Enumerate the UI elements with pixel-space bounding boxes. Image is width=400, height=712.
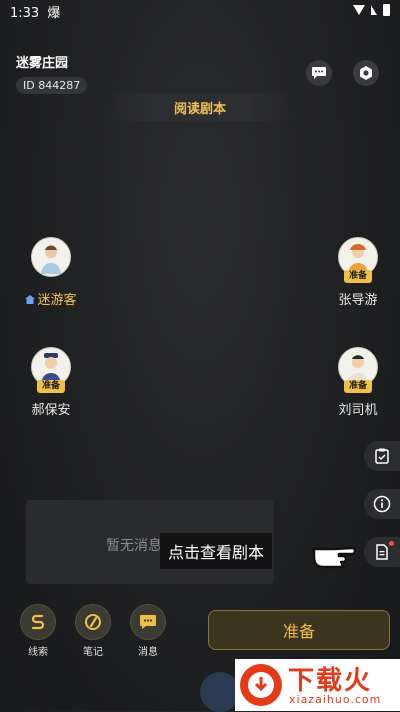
- player-slot[interactable]: 准备 郝保安: [11, 347, 91, 418]
- document-button[interactable]: [364, 537, 400, 567]
- decorative-emblem: [200, 672, 240, 712]
- player-slot[interactable]: 准备 张导游: [318, 237, 398, 308]
- player-slot-self[interactable]: 迷游客: [11, 237, 91, 308]
- tooltip: 点击查看剧本: [160, 533, 273, 569]
- wifi-icon: [353, 5, 365, 15]
- note-button[interactable]: 笔记: [75, 604, 111, 658]
- clipboard-check-icon: [375, 448, 389, 464]
- tool-icon: [20, 604, 56, 640]
- carrier-icon: 爆: [47, 6, 61, 21]
- script-check-button[interactable]: [364, 441, 400, 471]
- ready-badge: 准备: [344, 270, 372, 283]
- message-icon: [140, 615, 156, 629]
- note-icon: [85, 614, 101, 630]
- tool-icon: [75, 604, 111, 640]
- player-slot[interactable]: 准备 刘司机: [318, 347, 398, 418]
- avatar: 准备: [338, 237, 378, 283]
- chat-bubble-icon: [312, 67, 326, 79]
- message-button[interactable]: 消息: [130, 604, 166, 658]
- player-name: 郝保安: [31, 403, 71, 418]
- info-button[interactable]: [364, 489, 400, 519]
- signal-icon: [371, 5, 377, 15]
- gear-icon: [360, 66, 372, 80]
- read-script-button[interactable]: 阅读剧本: [110, 93, 290, 121]
- watermark-title: 下载火: [288, 666, 373, 696]
- tool-label: 线索: [28, 647, 48, 658]
- download-icon: [248, 672, 274, 698]
- watermark-url: xiazaihuo.com: [289, 693, 382, 706]
- ready-button[interactable]: 准备: [208, 610, 390, 650]
- tool-label: 笔记: [83, 647, 103, 658]
- avatar-figure-icon: [41, 245, 61, 274]
- pointing-hand-icon: [312, 546, 357, 569]
- settings-button[interactable]: [353, 60, 379, 86]
- document-icon: [376, 544, 388, 560]
- battery-icon: [383, 4, 390, 16]
- avatar: [31, 237, 71, 277]
- clue-icon: [31, 614, 45, 630]
- ready-badge: 准备: [37, 380, 65, 393]
- chat-button[interactable]: [306, 60, 332, 86]
- watermark-logo-icon: [240, 664, 282, 706]
- room-name: 迷雾庄园: [16, 56, 69, 71]
- tool-label: 消息: [138, 647, 158, 658]
- avatar: 准备: [31, 347, 71, 393]
- player-name: 刘司机: [338, 403, 378, 418]
- room-id: ID 844287: [16, 77, 88, 94]
- player-name: 张导游: [338, 293, 378, 308]
- tool-icon: [130, 604, 166, 640]
- clue-button[interactable]: 线索: [20, 604, 56, 658]
- notification-dot: [389, 541, 394, 546]
- status-icons: [353, 4, 390, 16]
- status-time: 1:33 爆: [10, 6, 61, 21]
- ready-badge: 准备: [344, 380, 372, 393]
- info-icon: [373, 495, 391, 513]
- avatar: 准备: [338, 347, 378, 393]
- home-icon: [25, 295, 36, 304]
- player-name: 迷游客: [11, 289, 91, 308]
